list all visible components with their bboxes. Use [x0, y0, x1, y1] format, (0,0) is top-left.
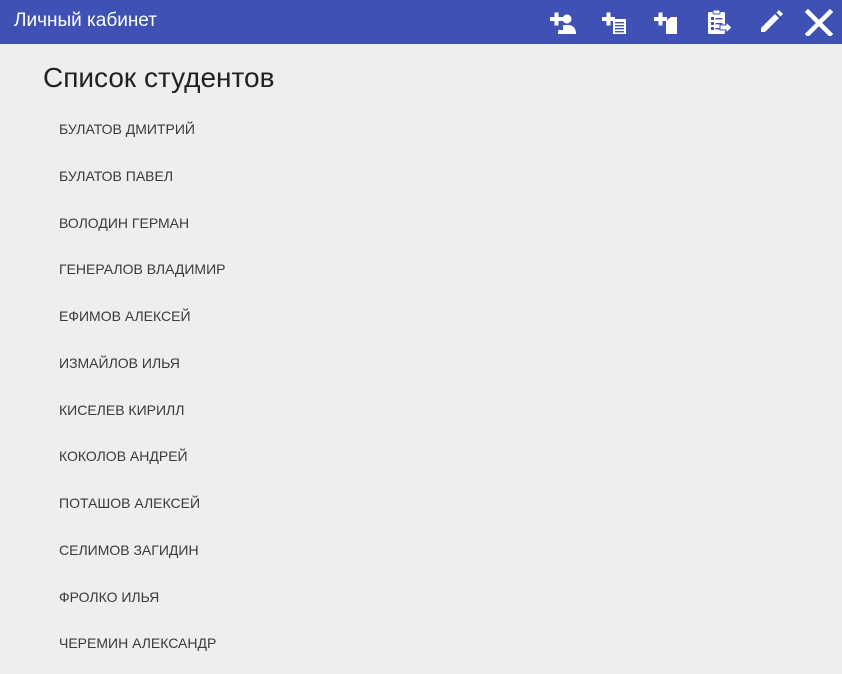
app-window: Личный кабинет Список студентов БУЛАТОВ … [0, 0, 842, 674]
student-item[interactable]: БУЛАТОВ ДМИТРИЙ [43, 106, 803, 153]
assignment-export-icon [708, 9, 733, 35]
add-user-button[interactable] [548, 8, 578, 36]
edit-pencil-icon [761, 10, 783, 32]
student-item[interactable]: ИЗМАЙЛОВ ИЛЬЯ [43, 340, 803, 387]
page-title: Список студентов [43, 62, 275, 93]
student-item[interactable]: БУЛАТОВ ПАВЕЛ [43, 153, 803, 200]
add-document-button[interactable] [600, 8, 630, 36]
student-item[interactable]: ГЕНЕРАЛОВ ВЛАДИМИР [43, 246, 803, 293]
student-item[interactable]: ВОЛОДИН ГЕРМАН [43, 200, 803, 247]
student-item[interactable]: ЕФИМОВ АЛЕКСЕЙ [43, 293, 803, 340]
edit-button[interactable] [756, 8, 786, 36]
add-user-icon [550, 12, 576, 34]
add-file-button[interactable] [652, 8, 682, 36]
student-item[interactable]: ФРОЛКО ИЛЬЯ [43, 574, 803, 621]
assignment-export-button[interactable] [704, 8, 734, 36]
student-item[interactable]: КОКОЛОВ АНДРЕЙ [43, 433, 803, 480]
app-title: Личный кабинет [14, 10, 157, 31]
student-item[interactable]: ПОТАШОВ АЛЕКСЕЙ [43, 480, 803, 527]
student-list: БУЛАТОВ ДМИТРИЙ БУЛАТОВ ПАВЕЛ ВОЛОДИН ГЕ… [43, 106, 803, 667]
add-document-icon [602, 12, 626, 34]
student-item[interactable]: КИСЕЛЕВ КИРИЛЛ [43, 387, 803, 434]
student-item[interactable]: ЧЕРЕМИН АЛЕКСАНДР [43, 620, 803, 667]
top-app-bar: Личный кабинет [0, 0, 842, 44]
add-file-icon [654, 12, 677, 34]
close-button[interactable] [804, 8, 834, 36]
close-icon [804, 8, 834, 36]
student-item[interactable]: СЕЛИМОВ ЗАГИДИН [43, 527, 803, 574]
